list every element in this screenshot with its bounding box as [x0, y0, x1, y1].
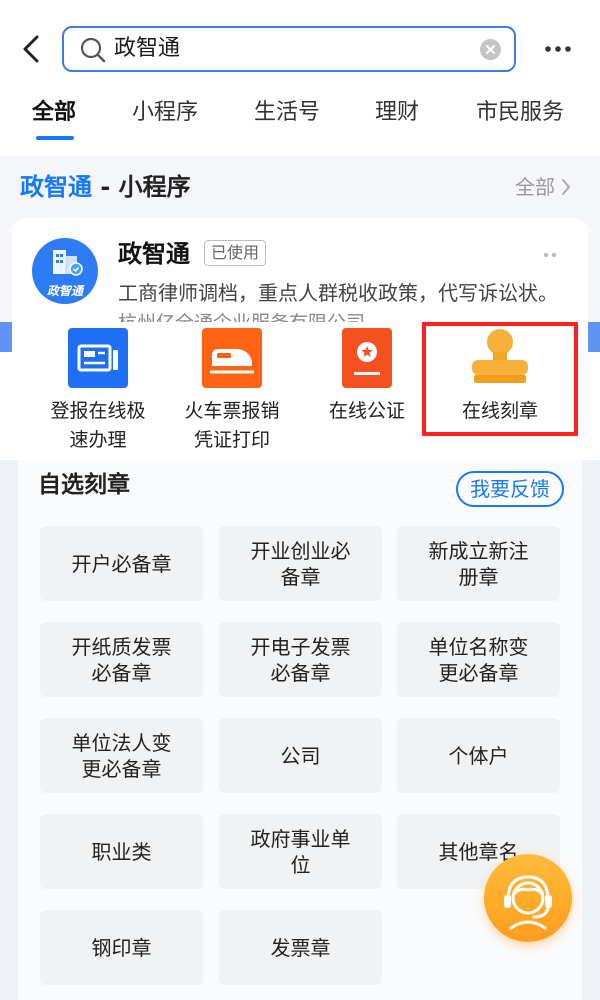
used-badge: 已使用	[204, 240, 267, 266]
customer-service-button[interactable]	[484, 854, 572, 942]
chevron-right-icon	[562, 179, 570, 195]
stamp-option[interactable]: 新成立新注册章	[397, 526, 560, 601]
active-tab-indicator	[36, 136, 74, 140]
service-newspaper[interactable]: 登报在线极速办理	[33, 328, 163, 455]
service-label: 登报在线极速办理	[50, 400, 146, 451]
stamp-option-label: 开纸质发票必备章	[71, 634, 172, 685]
stamp-option-label: 政府事业单位	[250, 826, 351, 877]
stamp-option-label: 单位法人变更必备章	[71, 730, 172, 781]
app-name: 政智通	[118, 240, 190, 268]
stamp-option-label: 单位名称变更必备章	[428, 634, 529, 685]
stamp-option[interactable]: 开电子发票必备章	[219, 622, 382, 697]
app-logo: 政智通	[32, 238, 98, 304]
highlight-box	[422, 322, 578, 436]
stamp-option-label: 公司	[280, 743, 321, 768]
stamp-option[interactable]: 开户必备章	[40, 526, 203, 601]
search-icon	[80, 37, 106, 63]
stamp-option-label: 开户必备章	[71, 551, 172, 576]
stamp-option[interactable]: 开业创业必备章	[219, 526, 382, 601]
tab-mini-programs[interactable]: 小程序	[117, 98, 213, 128]
section-all-link[interactable]: 全部	[515, 173, 571, 201]
stamp-option[interactable]: 个体户	[397, 718, 560, 793]
stamp-option[interactable]: 单位法人变更必备章	[40, 718, 203, 793]
feedback-button[interactable]: 我要反馈	[456, 471, 564, 507]
service-label: 在线公证	[328, 400, 405, 422]
chevron-left-icon	[23, 35, 39, 63]
stamp-option[interactable]: 单位名称变更必备章	[397, 622, 560, 697]
top-area	[0, 0, 600, 156]
section-title-rest: - 小程序	[92, 173, 191, 201]
back-button[interactable]	[16, 32, 46, 66]
section-title-highlight: 政智通	[20, 173, 92, 201]
service-notary[interactable]: 在线公证	[302, 328, 432, 426]
more-button[interactable]	[543, 40, 573, 58]
stamp-option-label: 开电子发票必备章	[250, 634, 351, 685]
stamp-option[interactable]: 开纸质发票必备章	[40, 622, 203, 697]
stamp-option-label: 职业类	[91, 839, 152, 864]
stamp-option[interactable]: 钢印章	[40, 910, 203, 985]
tab-finance[interactable]: 理财	[367, 98, 427, 128]
stamp-option[interactable]: 发票章	[219, 910, 382, 985]
section-title: 政智通 - 小程序	[20, 171, 191, 203]
stamp-option[interactable]: 职业类	[40, 814, 203, 889]
tab-life-accounts[interactable]: 生活号	[239, 98, 335, 128]
stamp-option-label: 个体户	[448, 743, 509, 768]
tab-all[interactable]: 全部	[24, 98, 84, 128]
stamp-option-label: 开业创业必备章	[250, 538, 351, 589]
customer-service-icon	[484, 854, 572, 942]
service-train-ticket[interactable]: 火车票报销凭证打印	[167, 328, 297, 455]
stamp-option-label: 新成立新注册章	[428, 538, 529, 589]
stamp-option[interactable]: 公司	[219, 718, 382, 793]
newspaper-icon	[68, 328, 128, 388]
logo-text: 政智通	[46, 284, 83, 298]
more-icon	[545, 46, 571, 52]
tab-citizen-services[interactable]: 市民服务	[466, 98, 574, 128]
search-box[interactable]: 政智通	[62, 26, 516, 72]
train-icon	[202, 328, 262, 388]
panel-title: 自选刻章	[38, 472, 130, 498]
service-label: 火车票报销凭证打印	[184, 400, 280, 451]
stamp-option-label: 发票章	[270, 935, 331, 960]
stamp-option-label: 钢印章	[91, 935, 152, 960]
more-icon[interactable]	[542, 251, 558, 259]
app-description: 工商律师调档，重点人群税收政策，代写诉讼状。	[118, 281, 558, 305]
clear-icon[interactable]	[480, 39, 501, 60]
stamp-option[interactable]: 政府事业单位	[219, 814, 382, 889]
search-input[interactable]: 政智通	[114, 28, 180, 70]
section-all-label: 全部	[515, 175, 555, 199]
certificate-icon	[342, 328, 392, 388]
